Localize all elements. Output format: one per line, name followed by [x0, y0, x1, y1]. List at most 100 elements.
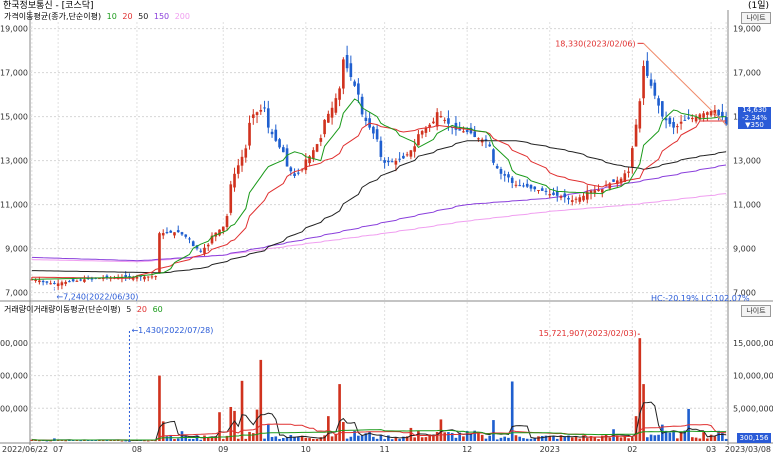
vol-ma-60-legend: 60	[152, 305, 163, 314]
volume-bar	[510, 381, 514, 441]
price-pane-button[interactable]: 나이트	[741, 12, 771, 24]
volume-bar	[492, 420, 495, 441]
month-tick-label: 03	[706, 445, 716, 454]
candle-body	[191, 241, 195, 247]
candle-body	[244, 148, 248, 158]
candle-body	[45, 281, 49, 283]
candle-body	[522, 185, 525, 187]
volume-pane-button[interactable]: 나이트	[741, 305, 771, 317]
candle-body	[387, 160, 390, 163]
candle-body	[717, 109, 720, 116]
candle-body	[578, 197, 582, 202]
volume-bar	[390, 439, 394, 441]
candle-body	[353, 81, 356, 86]
candle-body	[672, 121, 675, 128]
volume-bar	[608, 437, 612, 441]
volume-bar	[342, 422, 345, 441]
volume-bar	[251, 433, 255, 441]
candle-body	[649, 79, 653, 86]
volume-bar	[619, 437, 623, 441]
volume-tick-left: 15,000,000	[0, 339, 28, 348]
candle-body	[225, 216, 229, 228]
volume-bar	[281, 437, 285, 441]
candle-body	[34, 279, 37, 281]
volume-bar	[672, 430, 675, 441]
volume-bar	[173, 439, 176, 441]
candle-body	[184, 234, 188, 237]
candle-body	[158, 233, 161, 274]
volume-bar	[709, 434, 713, 441]
volume-bar	[698, 438, 702, 441]
candle-body	[390, 161, 394, 163]
candle-body	[559, 196, 563, 198]
candle-body	[278, 139, 281, 148]
candle-body	[289, 167, 293, 172]
candle-body	[41, 280, 45, 283]
volume-bar	[447, 432, 450, 441]
volume-bar	[312, 438, 315, 441]
volume-bar	[642, 384, 645, 441]
chart-canvas[interactable]: 7,000 7,0009,000 9,00011,000 11,00013,000 13…	[0, 0, 773, 455]
volume-bar	[203, 435, 206, 441]
hc-lc-label: HC:-20.19% LC:102.07%	[651, 294, 750, 303]
volume-ma-legend-label: 거래량이거래량이동평균(단순이평)	[4, 305, 121, 314]
candle-body	[552, 192, 555, 195]
candle-body	[612, 179, 615, 182]
volume-bar	[529, 438, 533, 441]
volume-bar	[398, 438, 401, 441]
volume-bar	[199, 439, 203, 441]
candle-body	[503, 174, 507, 176]
volume-bar	[435, 432, 439, 441]
volume-bar	[372, 436, 375, 441]
candle-body	[176, 230, 180, 233]
candle-body	[379, 140, 383, 157]
candle-body	[537, 190, 540, 192]
volume-bar	[462, 436, 465, 441]
volume-bar	[274, 436, 278, 441]
candle-body	[477, 138, 480, 140]
volume-bar	[713, 436, 717, 441]
volume-bar	[503, 436, 507, 441]
stock-chart-window: 7,000 7,000 9,000 9,000 11,000 11,000 13,000 13…	[0, 0, 773, 455]
candle-body	[372, 126, 375, 134]
candle-body	[582, 195, 585, 201]
candle-body	[570, 200, 574, 202]
candle-body	[443, 119, 446, 121]
candle-body	[161, 233, 165, 236]
candle-body	[657, 98, 660, 106]
candle-body	[319, 138, 323, 142]
volume-bar	[514, 435, 518, 441]
candle-body	[574, 198, 578, 200]
volume-bar	[627, 438, 630, 441]
candle-body	[327, 113, 330, 123]
candle-body	[462, 131, 465, 133]
candle-body	[263, 107, 266, 109]
candle-body	[71, 279, 75, 282]
candle-body	[334, 98, 338, 113]
candle-body	[266, 108, 270, 128]
candle-body	[53, 282, 56, 284]
vol-ma-20-legend: 20	[136, 305, 148, 314]
volume-tick-left: 10,000,000	[0, 372, 28, 381]
candle-body	[180, 232, 184, 235]
volume-bar	[330, 436, 334, 441]
candle-body	[638, 101, 642, 129]
candle-body	[420, 131, 424, 135]
candle-body	[75, 280, 79, 282]
volume-bar	[676, 438, 679, 441]
price-tick-left: 13,000	[0, 157, 28, 166]
candle-body	[567, 197, 570, 200]
candle-body	[533, 186, 537, 190]
candle-body	[312, 150, 315, 159]
candle-body	[349, 63, 353, 77]
ma-50-legend: 50	[138, 12, 149, 21]
volume-bar	[349, 436, 353, 441]
chart-title: 한국정보통신 - [코스닥]	[3, 1, 94, 11]
volume-tick-right: 15,000,000	[733, 339, 773, 348]
volume-bar	[165, 436, 169, 441]
period-label[interactable]: (1일)	[748, 1, 769, 12]
candle-body	[525, 183, 529, 187]
candle-body	[49, 283, 52, 285]
volume-bar	[191, 438, 195, 441]
candle-body	[664, 118, 668, 121]
